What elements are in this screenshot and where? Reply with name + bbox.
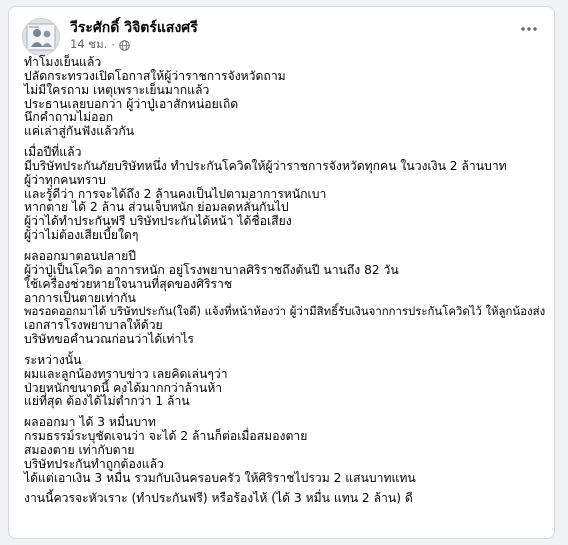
text-line: ผลออกมาตอนปลายปี (24, 248, 136, 263)
text-line: แค่เล่าสู่กันฟังแล้วกัน (24, 124, 135, 139)
text-line: ไม่มีใครถาม เหตุเพราะเย็นมากแล้ว (24, 82, 210, 97)
paragraph: ระหว่างนั้น ผมและลูกน้องทราบข่าว เลยคิดเ… (24, 352, 546, 409)
text-line: ได้แต่เอาเงิน 3 หมื่น รวมกับเงินครอบครัว… (24, 470, 416, 485)
text-line: นึกคำถามไม่ออก (24, 110, 114, 125)
text-line: แย่ที่สุด ต้องได้ไม่ต่ำกว่า 1 ล้าน (24, 394, 190, 409)
paragraph: งานนี้ควรจะหัวเราะ (ทำประกันฟรี) หรือร้อ… (24, 492, 546, 506)
text-line: งานนี้ควรจะหัวเราะ (ทำประกันฟรี) หรือร้อ… (24, 491, 413, 506)
post-header: วีระศักดิ์ วิจิตร์แสงศรี 14 ชม. · (9, 7, 554, 56)
avatar[interactable] (22, 18, 60, 56)
text-line: เอกสารโรงพยาบาลให้ด้วย (24, 318, 163, 333)
post-meta: 14 ชม. · (70, 36, 130, 54)
text-line: กรมธรรม์ระบุชัดเจนว่า จะได้ 2 ล้านก็ต่อเ… (24, 429, 308, 444)
post-card: วีระศักดิ์ วิจิตร์แสงศรี 14 ชม. · ทำโมงเ… (8, 6, 555, 539)
paragraph: เมื่อปีที่แล้ว มีบริษัทประกันภัยบริษัทหน… (24, 145, 546, 243)
text-line: ผู้ว่าปู่เป็นโควิด อาการหนัก อยู่โรงพยาบ… (24, 262, 399, 277)
text-line: บริษัทประกันทำถูกต้องแล้ว (24, 456, 164, 471)
text-line: พอรอดออกมาได้ บริษัทประกัน(ใจดี) แจ้งที่… (24, 304, 546, 319)
paragraph: ผลออกมา ได้ 3 หมื่นบาท กรมธรรม์ระบุชัดเจ… (24, 415, 546, 485)
text-line: ปลัดกระทรวงเปิดโอกาสให้ผู้ว่าราชการจังหว… (24, 68, 286, 83)
paragraph: ผลออกมาตอนปลายปี ผู้ว่าปู่เป็นโควิด อากา… (24, 248, 546, 347)
text-line: ทำโมงเย็นแล้ว (24, 55, 102, 69)
avatar-image (23, 19, 59, 55)
globe-icon (119, 39, 130, 51)
more-options-icon[interactable] (516, 18, 542, 40)
text-line: ผู้ว่าไม่ต้องเสียเบี้ยใดๆ (24, 228, 139, 243)
post-body: ทำโมงเย็นแล้ว ปลัดกระทรวงเปิดโอกาสให้ผู้… (24, 55, 546, 513)
text-line: ประธานเลยบอกว่า ผู้ว่าปู่เอาสักหน่อยเถิด (24, 96, 239, 111)
text-line: เมื่อปีที่แล้ว (24, 145, 82, 160)
text-line: สมองตาย เท่ากับตาย (24, 442, 135, 457)
text-line: มีบริษัทประกันภัยบริษัทหนึ่ง ทำประกันโคว… (24, 158, 507, 173)
post-time[interactable]: 14 ชม. (70, 36, 107, 54)
meta-separator: · (111, 38, 115, 52)
text-line: ใช้เครื่องช่วยหายใจนานที่สุดของศิริราช (24, 276, 233, 291)
text-line: ระหว่างนั้น (24, 352, 82, 367)
text-line: ผมและลูกน้องทราบข่าว เลยคิดเล่นๆว่า (24, 366, 228, 381)
paragraph: ทำโมงเย็นแล้ว ปลัดกระทรวงเปิดโอกาสให้ผู้… (24, 55, 546, 139)
text-line: ผู้ว่าทุกคนทราบ (24, 172, 106, 187)
text-line: บริษัทขอคำนวณก่อนว่าได้เท่าไร (24, 332, 194, 347)
